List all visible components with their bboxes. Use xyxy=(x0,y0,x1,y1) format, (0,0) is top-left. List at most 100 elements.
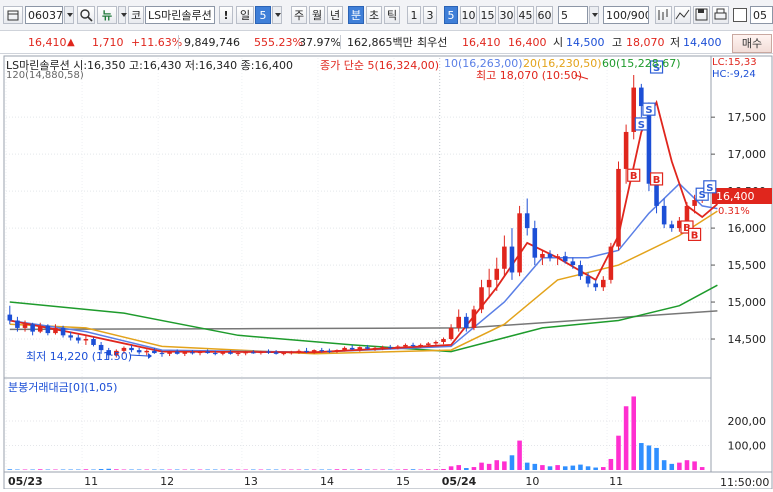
alert-button[interactable]: ! xyxy=(219,6,233,24)
candle-body xyxy=(205,352,210,353)
tab-second[interactable]: 초 xyxy=(366,6,382,24)
candle-body xyxy=(175,352,180,354)
min-annotation: 최저 14,220 (11:50) xyxy=(26,350,132,363)
window-menu-icon[interactable] xyxy=(3,6,23,24)
candle-body xyxy=(540,254,545,258)
volume-bar xyxy=(456,465,461,470)
candle-body xyxy=(137,350,142,352)
candle-body xyxy=(396,346,401,347)
volume-bar xyxy=(654,448,659,470)
print-icon[interactable] xyxy=(712,6,729,24)
divider xyxy=(178,35,179,49)
max-annotation: 최고 18,070 (10:50) xyxy=(476,69,582,82)
tab-week[interactable]: 주 xyxy=(291,6,307,24)
tab-tick[interactable]: 틱 xyxy=(384,6,400,24)
period-value[interactable]: 5 xyxy=(255,6,271,24)
signal-label: S xyxy=(638,120,645,131)
high-price: 18,070 xyxy=(626,35,665,50)
candle-body xyxy=(692,200,697,206)
toolbar: 060370 뉴 코 LS마린솔루션 ! 일 5 주 월 년 분 초 틱 1 3… xyxy=(0,0,773,31)
candle-body xyxy=(251,352,256,353)
interval-3[interactable]: 3 xyxy=(423,6,437,24)
interval-15[interactable]: 15 xyxy=(479,6,496,24)
tab-month[interactable]: 월 xyxy=(309,6,325,24)
candle-body xyxy=(221,352,226,353)
date-checkbox[interactable] xyxy=(733,8,747,22)
interval-1[interactable]: 1 xyxy=(407,6,421,24)
code-dropdown-icon[interactable] xyxy=(64,6,74,24)
candle-body xyxy=(472,309,477,327)
divider xyxy=(340,35,341,49)
candle-body xyxy=(586,276,591,283)
news-button[interactable]: 뉴 xyxy=(97,6,117,24)
page-display: 100/900 xyxy=(603,6,649,24)
candle-body xyxy=(335,350,340,351)
candle-body xyxy=(274,352,279,353)
buy-button[interactable]: 매수 xyxy=(732,34,772,53)
candle-body xyxy=(418,345,423,346)
tab-minute[interactable]: 분 xyxy=(348,6,364,24)
candle-body xyxy=(46,326,51,333)
stock-name-input[interactable]: LS마린솔루션 xyxy=(145,6,215,24)
interval-30[interactable]: 30 xyxy=(498,6,515,24)
candle-body xyxy=(358,347,363,349)
interval-45[interactable]: 45 xyxy=(517,6,534,24)
x-tick-label: 05/24 xyxy=(442,475,477,488)
count-input[interactable]: 5 xyxy=(558,6,588,24)
volume-bar xyxy=(510,455,515,470)
line-toggle-icon[interactable] xyxy=(674,6,691,24)
candle-body xyxy=(487,280,492,287)
candle-body xyxy=(434,342,439,343)
candle-body xyxy=(616,169,621,247)
candle-body xyxy=(578,265,583,276)
high-label: 고 xyxy=(612,35,622,50)
interval-60[interactable]: 60 xyxy=(536,6,553,24)
interval-5[interactable]: 5 xyxy=(444,6,458,24)
y-tick-label: 14,500 xyxy=(728,333,767,346)
ma-header: 종가 단순 xyxy=(320,59,364,72)
price-chart[interactable]: 14,50015,00015,50016,00016,50017,00017,5… xyxy=(0,54,773,489)
tab-year[interactable]: 년 xyxy=(327,6,343,24)
x-tick-label: 13 xyxy=(244,475,258,488)
candle-body xyxy=(350,348,355,349)
candle-body xyxy=(449,328,454,339)
hc-label: HC:-9,24 xyxy=(712,69,756,80)
interval-10[interactable]: 10 xyxy=(460,6,477,24)
candle-body xyxy=(236,353,241,354)
volume-bar xyxy=(647,445,652,470)
candle-body xyxy=(685,206,690,221)
search-button[interactable] xyxy=(77,6,95,24)
period-dropdown-icon[interactable] xyxy=(272,6,282,24)
change-amount: 1,710 xyxy=(92,35,124,50)
volume-bar xyxy=(106,469,111,470)
news-dropdown-icon[interactable] xyxy=(118,6,126,24)
search-icon xyxy=(79,8,93,22)
current-price: 16,410 xyxy=(28,35,67,50)
chart-area[interactable]: 14,50015,00015,50016,00016,50017,00017,5… xyxy=(0,54,773,489)
volume-bar xyxy=(677,463,682,470)
volume-bar xyxy=(540,465,545,470)
ask-price: 16,410 xyxy=(462,35,501,50)
signal-label: S xyxy=(645,105,652,116)
candle-body xyxy=(312,350,317,351)
volume-bar xyxy=(548,466,553,470)
stock-code-input[interactable]: 060370 xyxy=(25,6,63,24)
legend-ma10: 10(16,263,00) xyxy=(444,57,523,70)
volume-bar xyxy=(99,469,104,470)
candle-body xyxy=(464,317,469,328)
tab-day[interactable]: 일 xyxy=(236,6,254,24)
volume-bar xyxy=(692,461,697,470)
volume-bar xyxy=(38,469,43,470)
count-dropdown-icon[interactable] xyxy=(589,6,599,24)
y-tick-label: 16,000 xyxy=(728,222,767,235)
candle-body xyxy=(319,350,324,351)
market-button[interactable]: 코 xyxy=(128,6,144,24)
date-input[interactable]: 05 xyxy=(750,6,773,24)
bar-toggle-icon[interactable] xyxy=(655,6,672,24)
volume-bar xyxy=(563,466,568,470)
ma5-value: 5(16,324,00) xyxy=(367,59,439,72)
candle-body xyxy=(213,353,218,354)
bid-price: 16,400 xyxy=(508,35,547,50)
volume-bar xyxy=(700,467,705,470)
save-icon[interactable] xyxy=(693,6,710,24)
